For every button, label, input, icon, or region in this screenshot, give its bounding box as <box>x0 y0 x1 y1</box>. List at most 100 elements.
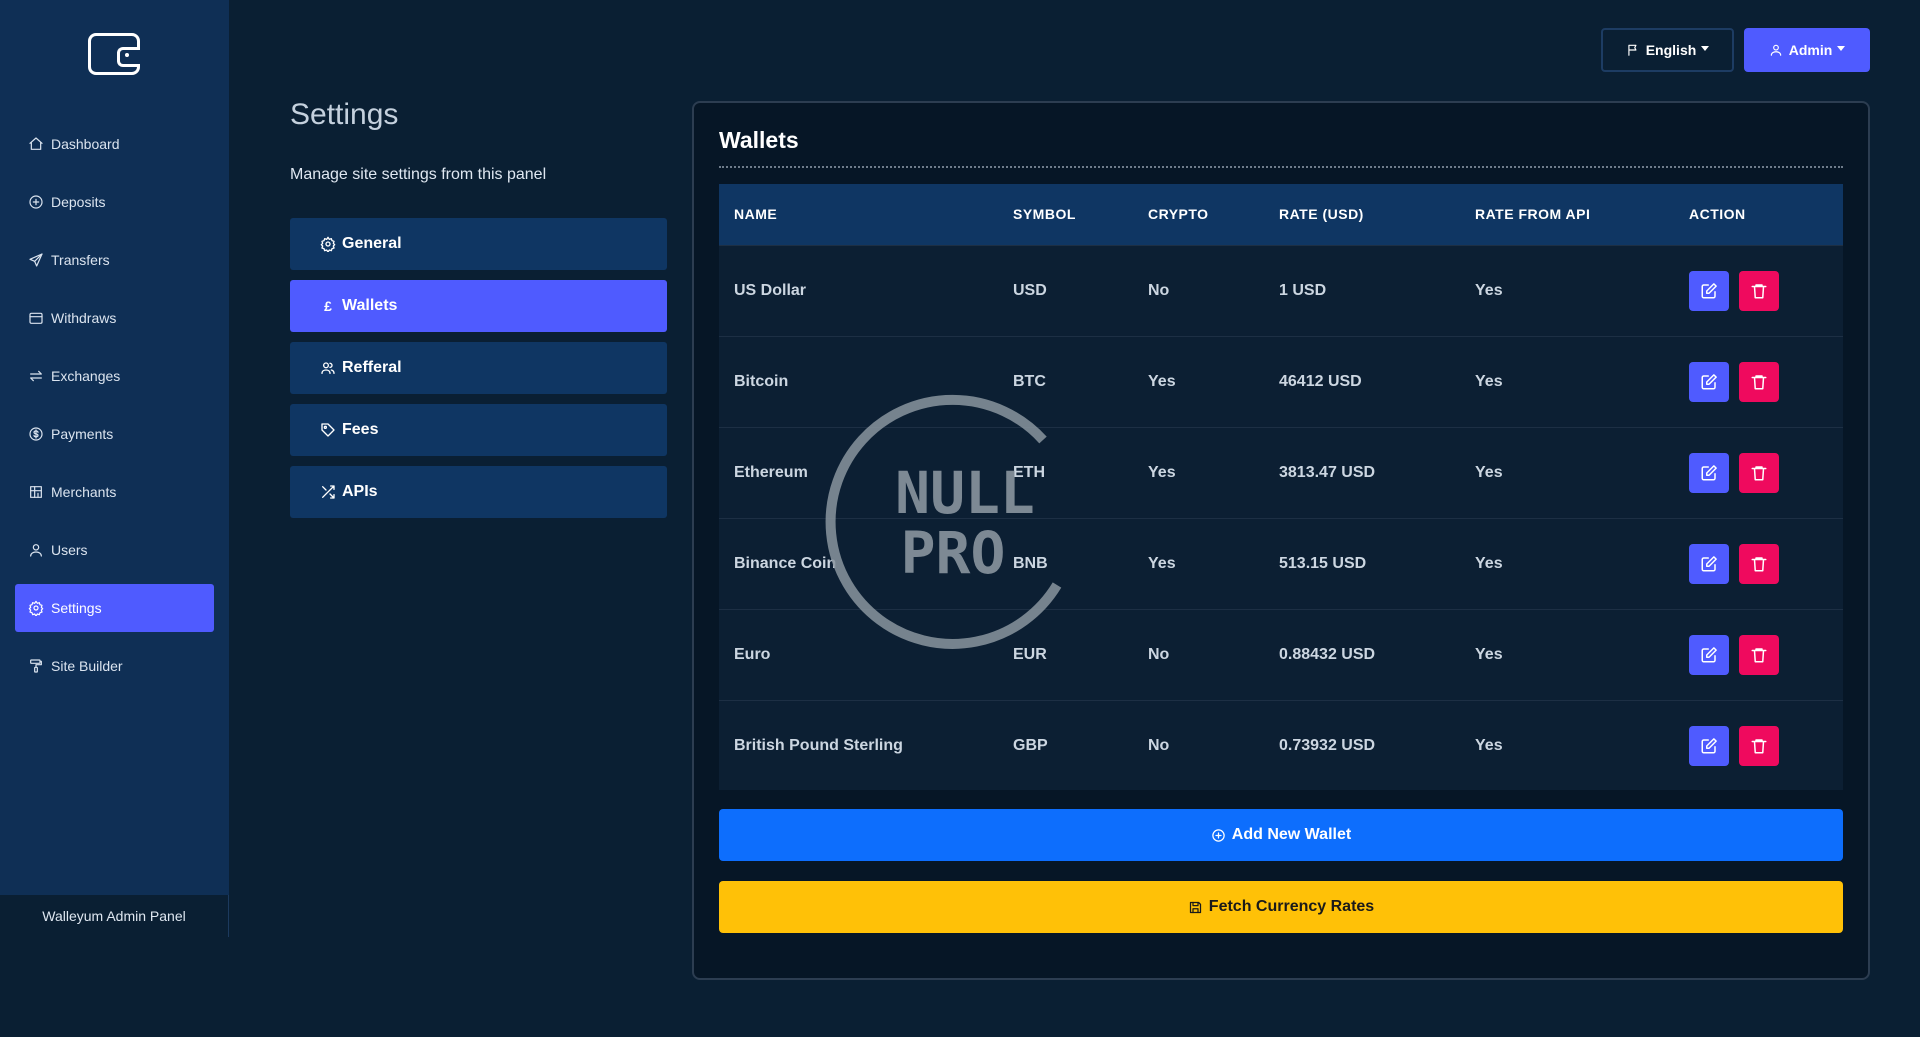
wallets-table: NAME SYMBOL CRYPTO RATE (USD) RATE FROM … <box>719 184 1843 791</box>
sidebar-item-withdraws[interactable]: Withdraws <box>15 294 214 342</box>
page-title: Settings <box>290 98 399 131</box>
cell-rate: 46412 USD <box>1279 372 1362 390</box>
fetch-currency-rates-button[interactable]: Fetch Currency Rates <box>719 881 1843 933</box>
button-label: Fetch Currency Rates <box>1208 898 1375 915</box>
sidebar-nav: Dashboard Deposits Transfers Withdraws E… <box>15 120 214 700</box>
table-row: Euro EUR No 0.88432 USD Yes <box>719 609 1843 700</box>
send-icon <box>29 253 43 267</box>
table-row: Ethereum ETH Yes 3813.47 USD Yes <box>719 427 1843 518</box>
trash-icon <box>1751 739 1767 754</box>
sidebar-item-label: Deposits <box>51 194 106 210</box>
tab-wallets[interactable]: £ Wallets <box>290 280 667 332</box>
column-header: RATE (USD) <box>1279 206 1364 223</box>
cell-rate-from-api: Yes <box>1475 281 1503 299</box>
user-menu-button[interactable]: Admin <box>1744 28 1870 72</box>
cell-crypto: No <box>1148 736 1170 754</box>
sidebar-item-dashboard[interactable]: Dashboard <box>15 120 214 168</box>
cell-rate-from-api: Yes <box>1475 463 1503 481</box>
edit-button[interactable] <box>1689 725 1729 766</box>
shuffle-icon <box>322 485 335 499</box>
edit-icon <box>1701 464 1717 480</box>
delete-button[interactable] <box>1739 634 1779 675</box>
dollar-circle-icon <box>29 427 43 441</box>
trash-icon <box>1751 647 1767 662</box>
edit-button[interactable] <box>1689 270 1729 311</box>
table-row: Bitcoin BTC Yes 46412 USD Yes <box>719 336 1843 427</box>
cell-actions <box>1674 336 1843 427</box>
table-row: British Pound Sterling GBP No 0.73932 US… <box>719 700 1843 791</box>
table-header-row: NAME SYMBOL CRYPTO RATE (USD) RATE FROM … <box>719 184 1843 245</box>
sidebar: Dashboard Deposits Transfers Withdraws E… <box>0 0 229 895</box>
column-header: SYMBOL <box>1013 206 1076 223</box>
cell-rate-from-api: Yes <box>1475 372 1503 390</box>
tab-label: APIs <box>342 483 378 500</box>
cell-actions <box>1674 609 1843 700</box>
caret-down-icon <box>1701 45 1710 51</box>
cell-name: British Pound Sterling <box>734 736 903 754</box>
tab-fees[interactable]: Fees <box>290 404 667 456</box>
edit-button[interactable] <box>1689 634 1729 675</box>
column-header: NAME <box>734 206 778 223</box>
sidebar-item-site-builder[interactable]: Site Builder <box>15 642 214 690</box>
sidebar-item-label: Users <box>51 542 88 558</box>
language-dropdown-button[interactable]: English <box>1601 28 1734 72</box>
sidebar-item-merchants[interactable]: Merchants <box>15 468 214 516</box>
wallet-icon <box>29 312 43 324</box>
sidebar-footer: Walleyum Admin Panel <box>0 895 229 937</box>
sidebar-item-exchanges[interactable]: Exchanges <box>15 352 214 400</box>
cell-rate-from-api: Yes <box>1475 554 1503 572</box>
plus-circle-icon <box>1212 828 1225 842</box>
language-label: English <box>1645 42 1697 58</box>
pound-icon: £ <box>324 298 332 314</box>
cell-symbol: USD <box>1013 281 1047 299</box>
page-subtitle: Manage site settings from this panel <box>290 166 547 183</box>
cell-rate: 513.15 USD <box>1279 554 1367 572</box>
delete-button[interactable] <box>1739 452 1779 493</box>
sidebar-item-users[interactable]: Users <box>15 526 214 574</box>
delete-button[interactable] <box>1739 270 1779 311</box>
caret-down-icon <box>1837 45 1846 51</box>
cell-symbol: BNB <box>1013 554 1048 572</box>
table-row: Binance Coin BNB Yes 513.15 USD Yes <box>719 518 1843 609</box>
add-new-wallet-button[interactable]: Add New Wallet <box>719 809 1843 861</box>
sidebar-item-label: Site Builder <box>51 658 123 674</box>
cell-rate: 0.88432 USD <box>1279 645 1376 663</box>
cell-rate: 0.73932 USD <box>1279 736 1376 754</box>
wallets-table-container: NAME SYMBOL CRYPTO RATE (USD) RATE FROM … <box>719 184 1843 790</box>
sidebar-item-label: Exchanges <box>51 368 121 384</box>
sidebar-item-payments[interactable]: Payments <box>15 410 214 458</box>
delete-button[interactable] <box>1739 543 1779 584</box>
tab-label: Refferal <box>342 359 402 376</box>
tab-label: Fees <box>342 421 379 438</box>
trash-icon <box>1751 283 1767 298</box>
cell-actions <box>1674 427 1843 518</box>
edit-button[interactable] <box>1689 361 1729 402</box>
divider <box>719 166 1843 168</box>
sidebar-item-transfers[interactable]: Transfers <box>15 236 214 284</box>
edit-icon <box>1701 373 1717 389</box>
table-row: US Dollar USD No 1 USD Yes <box>719 245 1843 336</box>
sidebar-item-deposits[interactable]: Deposits <box>15 178 214 226</box>
sidebar-item-label: Merchants <box>51 484 117 500</box>
cell-symbol: GBP <box>1013 736 1048 754</box>
edit-icon <box>1701 282 1717 298</box>
wallet-logo-icon[interactable] <box>88 33 140 75</box>
tab-apis[interactable]: APIs <box>290 466 667 518</box>
delete-button[interactable] <box>1739 361 1779 402</box>
tab-general[interactable]: General <box>290 218 667 270</box>
cell-rate: 1 USD <box>1279 281 1327 299</box>
delete-button[interactable] <box>1739 725 1779 766</box>
tab-refferal[interactable]: Refferal <box>290 342 667 394</box>
cell-crypto: No <box>1148 645 1170 663</box>
tag-icon <box>321 423 335 437</box>
wallets-card: Wallets NAME SYMBOL CRYPTO RATE (USD) RA… <box>692 101 1870 980</box>
sidebar-item-settings[interactable]: Settings <box>15 584 214 632</box>
arrows-exchange-icon <box>30 370 42 382</box>
edit-button[interactable] <box>1689 452 1729 493</box>
trash-icon <box>1751 465 1767 480</box>
home-icon <box>29 137 43 150</box>
cell-name: US Dollar <box>734 281 807 299</box>
edit-button[interactable] <box>1689 543 1729 584</box>
cell-rate: 3813.47 USD <box>1279 463 1376 481</box>
column-header: CRYPTO <box>1148 206 1209 223</box>
